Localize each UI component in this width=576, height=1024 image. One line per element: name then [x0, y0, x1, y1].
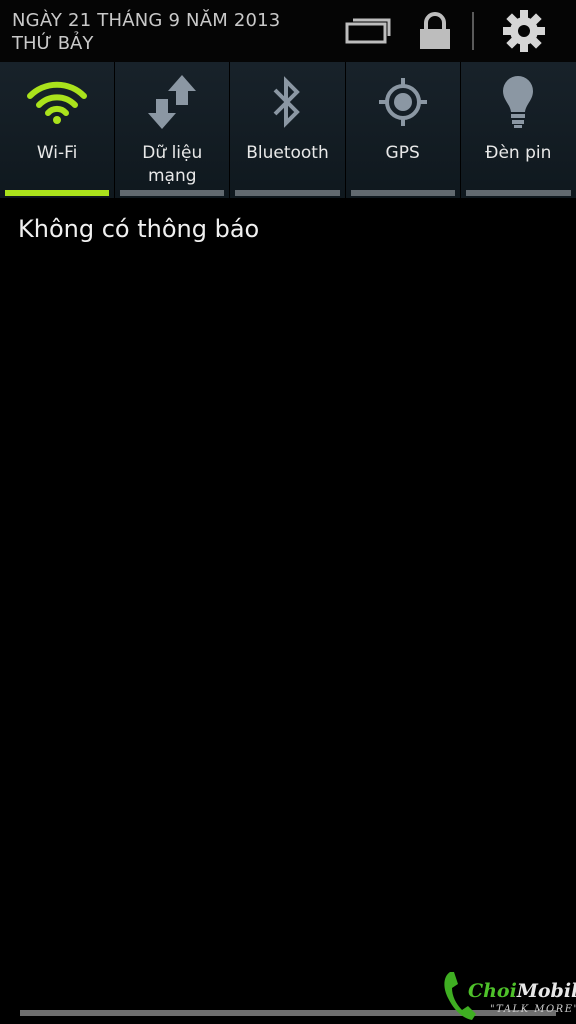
- toggle-label: Dữ liệu mạng: [142, 143, 203, 186]
- gear-icon[interactable]: [496, 10, 552, 52]
- bluetooth-icon: [230, 72, 344, 132]
- toggle-status-bar: [465, 190, 571, 196]
- toggle-label: Đèn pin: [485, 143, 552, 163]
- toggle-status-bar: [5, 190, 110, 196]
- watermark-logo: ChoiMobile "TALK MORE": [440, 968, 576, 1024]
- empty-notifications-text: Không có thông báo: [18, 215, 260, 243]
- watermark-brand: ChoiMobile: [468, 980, 576, 1002]
- toggle-bluetooth[interactable]: Bluetooth: [230, 62, 346, 198]
- toggle-gps[interactable]: GPS: [345, 62, 461, 198]
- toggle-label: Wi-Fi: [36, 143, 78, 163]
- toggle-status-bar: [235, 190, 340, 196]
- toggle-label: Bluetooth: [246, 143, 329, 163]
- toggle-status-bar: [350, 190, 455, 196]
- toggle-mobile-data[interactable]: Dữ liệu mạng: [115, 62, 231, 198]
- flashlight-icon: [461, 72, 576, 132]
- mobile-data-icon: [115, 72, 229, 132]
- notification-panel: NGÀY 21 THÁNG 9 NĂM 2013 THỨ BẢY Wi-Fi D…: [0, 0, 576, 1024]
- watermark-tagline: "TALK MORE": [490, 1004, 576, 1015]
- toggle-flashlight[interactable]: Đèn pin: [460, 62, 576, 198]
- quick-toggles: Wi-Fi Dữ liệu mạng Bluetooth GPS Đèn pin: [0, 62, 576, 198]
- gps-icon: [346, 72, 460, 132]
- date-text: NGÀY 21 THÁNG 9 NĂM 2013: [12, 10, 281, 31]
- wifi-icon: [0, 72, 114, 132]
- toggle-status-bar: [120, 190, 225, 196]
- weekday-text: THỨ BẢY: [12, 33, 94, 54]
- toggle-wifi[interactable]: Wi-Fi: [0, 62, 116, 198]
- header-divider: [472, 12, 474, 50]
- status-header: NGÀY 21 THÁNG 9 NĂM 2013 THỨ BẢY: [0, 0, 576, 62]
- toggle-label: GPS: [385, 143, 420, 163]
- multi-window-icon[interactable]: [338, 10, 398, 52]
- lock-icon[interactable]: [412, 10, 458, 52]
